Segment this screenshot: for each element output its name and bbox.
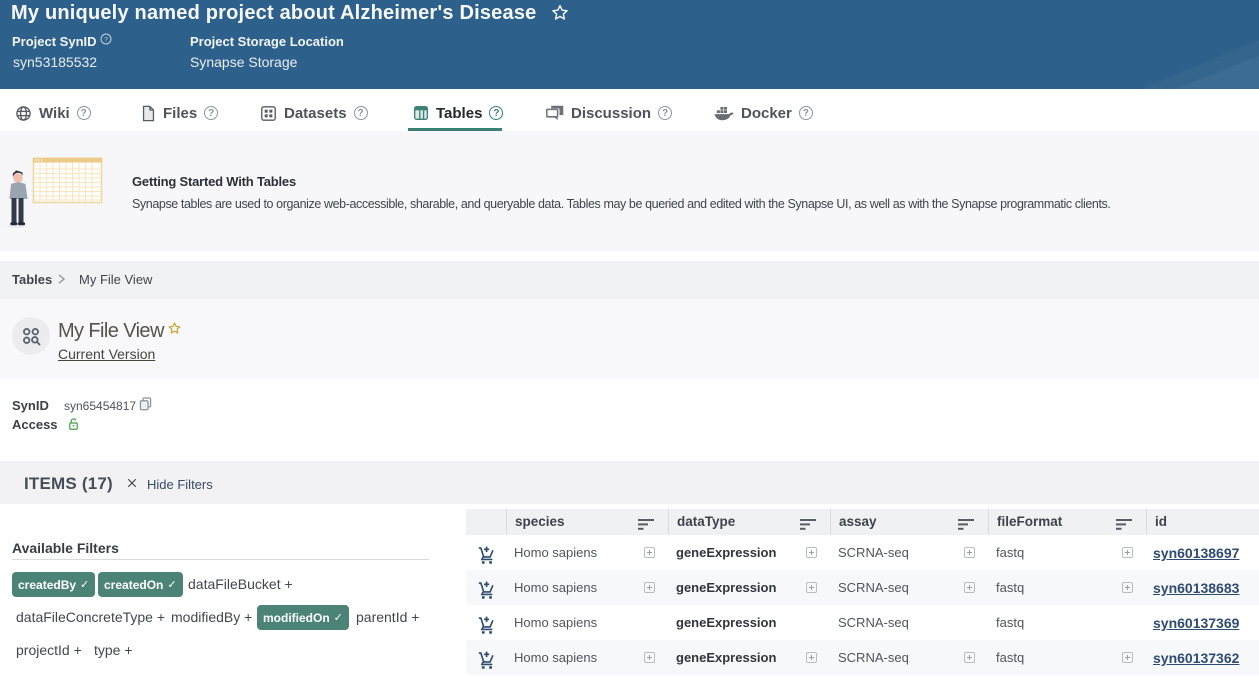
svg-text:?: ? bbox=[104, 37, 108, 44]
